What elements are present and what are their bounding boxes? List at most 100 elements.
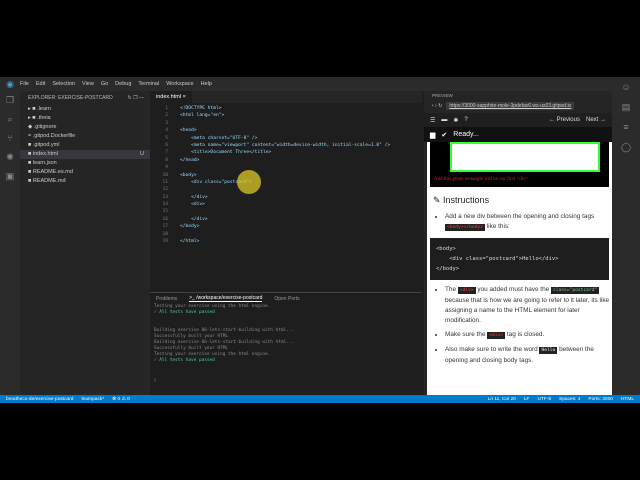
text: because that is how we are going to refe… bbox=[445, 297, 610, 324]
problems-status[interactable]: ⊗ 0 ⚠ 0 bbox=[112, 397, 130, 402]
preview-toggle-icon[interactable]: ▤ bbox=[612, 97, 640, 117]
branch-status[interactable]: learnpack* bbox=[81, 397, 104, 402]
text: tag is closed. bbox=[506, 331, 545, 338]
terminal-panel[interactable]: Problems >_ /workspace/exercise-postcard O… bbox=[150, 292, 422, 395]
menu-view[interactable]: View bbox=[82, 81, 94, 87]
search-icon[interactable]: ⌕ bbox=[0, 110, 20, 129]
menu-help[interactable]: Help bbox=[201, 81, 212, 87]
refresh-icon[interactable]: ↻ ❐ — bbox=[128, 91, 144, 105]
language-status[interactable]: HTML bbox=[621, 397, 634, 402]
encoding-status[interactable]: UTF-8 bbox=[537, 397, 551, 402]
flag-icon[interactable]: ▬ bbox=[441, 117, 447, 123]
line-text: </head> bbox=[180, 157, 200, 163]
ready-status: Ready... bbox=[453, 131, 479, 138]
code-line: 12 bbox=[150, 186, 422, 193]
file-icon: ▸ ■ bbox=[28, 115, 36, 121]
line-text: <!DOCTYPE html> bbox=[180, 106, 222, 111]
next-button[interactable]: Next → bbox=[586, 117, 606, 123]
instructions-content: And this green rectangle will be our fir… bbox=[427, 142, 612, 395]
github-icon[interactable]: ◯ bbox=[612, 137, 640, 157]
line-number: 7 bbox=[165, 150, 168, 156]
code-editor[interactable]: index.html × 1 <!DOCTYPE html> 2 <html lang… bbox=[150, 91, 422, 291]
avatar[interactable]: ☺ bbox=[612, 77, 640, 97]
eol-status[interactable]: LF bbox=[524, 397, 530, 402]
file-label: ■ index.html bbox=[28, 150, 58, 159]
url-field[interactable]: https://3000-sapphire-mole-3pdefav6.ws-u… bbox=[446, 102, 575, 110]
text: Also make sure to write the word bbox=[445, 346, 538, 353]
file-name: .gitpod.yml bbox=[32, 142, 60, 148]
check-icon[interactable]: ✔ bbox=[441, 131, 447, 139]
files-icon[interactable]: ❐ bbox=[0, 91, 20, 110]
explorer-panel: EXPLORER: EXERCISE-POSTCARD ↻ ❐ — ▸ ■ .le… bbox=[20, 91, 150, 395]
menu-workspace[interactable]: Workspace bbox=[166, 81, 193, 87]
list-item: Also make sure to write the word Hello b… bbox=[445, 345, 612, 366]
file-name: .gitignore bbox=[33, 124, 57, 130]
indent-status[interactable]: Spaces: 4 bbox=[559, 397, 580, 402]
terminal-line: ✓ All tests have passed bbox=[154, 358, 215, 363]
file-name: .learn bbox=[37, 106, 51, 112]
debug-icon[interactable]: ✺ bbox=[0, 148, 20, 167]
file-name: .gitpod.Dockerfile bbox=[32, 133, 76, 139]
menu-debug[interactable]: Debug bbox=[115, 81, 131, 87]
gitpod-logo-icon: ◉ bbox=[6, 78, 14, 89]
code-line: 9 bbox=[150, 164, 422, 171]
outline-icon[interactable]: ≡ bbox=[612, 117, 640, 137]
back-icon[interactable]: ‹ › ↻ bbox=[432, 103, 442, 109]
menu-terminal[interactable]: Terminal bbox=[138, 81, 159, 87]
file-label: ▸ ■ .learn bbox=[28, 105, 51, 114]
line-number: 14 bbox=[162, 202, 168, 208]
menu-edit[interactable]: Edit bbox=[36, 81, 45, 87]
terminal-tab[interactable]: Problems bbox=[156, 296, 177, 302]
file-item[interactable]: ■ .gitpod.yml bbox=[20, 141, 150, 150]
code-line: 1 <!DOCTYPE html> bbox=[150, 105, 422, 112]
line-number: 16 bbox=[162, 216, 168, 222]
file-label: ■ .gitpod.yml bbox=[28, 141, 59, 150]
code-line: 18 bbox=[150, 231, 422, 238]
file-icon: ■ bbox=[28, 151, 32, 157]
file-item[interactable]: ■ index.html U bbox=[20, 150, 150, 159]
code-line: 10 <body> bbox=[150, 172, 422, 179]
line-number: 17 bbox=[162, 224, 168, 230]
menu-go[interactable]: Go bbox=[101, 81, 108, 87]
file-item[interactable]: ▸ ■ .theia bbox=[20, 114, 150, 123]
file-item[interactable]: ■ learn.json bbox=[20, 159, 150, 168]
file-label: = .gitpod.Dockerfile bbox=[28, 132, 75, 141]
code-line: 16 </div> bbox=[150, 216, 422, 223]
terminal-cursor: ▯ bbox=[154, 378, 157, 383]
text: Make sure the bbox=[445, 331, 486, 338]
line-text: <meta name="viewport" content="width=dev… bbox=[180, 142, 391, 148]
file-item[interactable]: ■ README.es.md bbox=[20, 168, 150, 177]
cursor-position[interactable]: Ln 11, Col 20 bbox=[488, 397, 516, 402]
code-line: 17 </body> bbox=[150, 223, 422, 230]
box-icon[interactable]: ▆ bbox=[430, 131, 435, 139]
text: <div> bbox=[457, 287, 476, 294]
previous-button[interactable]: ← Previous bbox=[549, 117, 580, 123]
extensions-icon[interactable]: ▣ bbox=[0, 167, 20, 186]
code-line: 14 <div> bbox=[150, 201, 422, 208]
file-label: ■ README.md bbox=[28, 177, 66, 186]
source-control-icon[interactable]: ⑂ bbox=[0, 129, 20, 148]
file-item[interactable]: ◆ .gitignore bbox=[20, 123, 150, 132]
terminal-tab[interactable]: Open Ports bbox=[274, 296, 299, 302]
file-label: ■ README.es.md bbox=[28, 168, 73, 177]
file-item[interactable]: ▸ ■ .learn bbox=[20, 105, 150, 114]
line-number: 5 bbox=[165, 135, 168, 141]
line-number: 11 bbox=[162, 179, 168, 185]
file-name: .theia bbox=[37, 115, 51, 121]
bug-icon[interactable]: ✱ bbox=[453, 117, 458, 124]
status-bar: breatheco-de/exercise-postcard learnpack… bbox=[0, 395, 640, 403]
menu-file[interactable]: File bbox=[20, 81, 29, 87]
list-item: Make sure the <div> tag is closed. bbox=[445, 330, 612, 341]
code-line: 13 </div> bbox=[150, 194, 422, 201]
file-item[interactable]: ■ README.md bbox=[20, 177, 150, 186]
ports-status[interactable]: Ports: 3000 bbox=[588, 397, 613, 402]
menu-selection[interactable]: Selection bbox=[52, 81, 75, 87]
repo-status[interactable]: breatheco-de/exercise-postcard bbox=[6, 397, 73, 402]
text: <div> bbox=[487, 332, 506, 339]
terminal-tab[interactable]: >_ /workspace/exercise-postcard bbox=[189, 295, 263, 302]
file-item[interactable]: = .gitpod.Dockerfile bbox=[20, 132, 150, 141]
tab-index-html[interactable]: index.html × bbox=[150, 91, 192, 103]
text: Hello bbox=[539, 347, 558, 354]
menu-icon[interactable]: ☰ bbox=[430, 117, 435, 124]
help-icon[interactable]: ? bbox=[464, 117, 467, 123]
